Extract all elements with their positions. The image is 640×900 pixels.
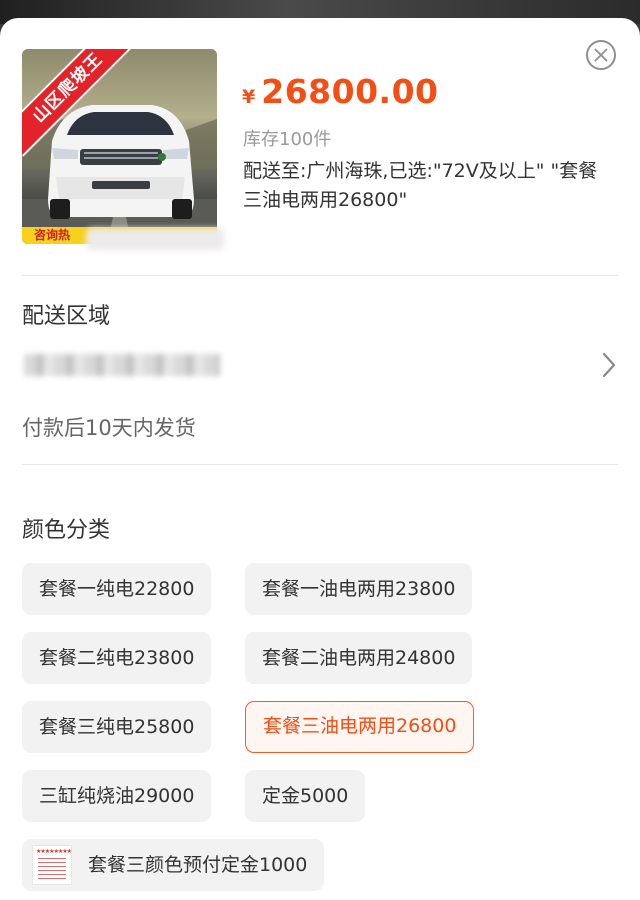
- star-rating-icon: ★★★★★★★★: [36, 848, 72, 855]
- redacted-phone: [86, 228, 224, 250]
- option-package2-electric[interactable]: 套餐二纯电23800: [22, 632, 212, 684]
- option-three-cylinder-fuel[interactable]: 三缸纯烧油29000: [22, 770, 212, 822]
- option-package3-color-deposit[interactable]: ★★★★★★★★ 套餐三颜色预付定金1000: [22, 839, 325, 891]
- divider: [22, 464, 618, 465]
- redacted-address: [24, 354, 220, 376]
- price-amount: 26800.00: [261, 72, 439, 111]
- color-section-title: 颜色分类: [22, 518, 111, 543]
- close-icon: [594, 48, 608, 62]
- chevron-right-icon: [602, 352, 616, 378]
- divider: [22, 275, 618, 276]
- car-photo: [22, 105, 217, 244]
- option-package3-hybrid-selected[interactable]: 套餐三油电两用26800: [245, 701, 475, 753]
- option-package2-hybrid[interactable]: 套餐二油电两用24800: [245, 632, 473, 684]
- option-package1-hybrid[interactable]: 套餐一油电两用23800: [245, 563, 473, 615]
- promo-text: 咨询热: [34, 228, 71, 242]
- selected-summary: 配送至:广州海珠,已选:"72V及以上" "套餐三油电两用26800": [243, 160, 598, 211]
- option-package3-electric[interactable]: 套餐三纯电25800: [22, 701, 212, 753]
- option-thumbnail: ★★★★★★★★: [32, 845, 72, 885]
- delivery-section-title: 配送区域: [22, 304, 111, 329]
- product-image: 山区爬坡王 咨询热: [22, 49, 217, 244]
- sku-selector-sheet: 山区爬坡王 咨询热 ¥26800.00 库存100件 配送至:广州海珠,已选:"…: [0, 18, 640, 900]
- option-package1-electric[interactable]: 套餐一纯电22800: [22, 563, 212, 615]
- option-deposit[interactable]: 定金5000: [245, 770, 366, 822]
- shipping-note: 付款后10天内发货: [22, 416, 196, 440]
- stock-count: 库存100件: [243, 129, 332, 150]
- close-button[interactable]: [586, 40, 616, 70]
- price: ¥26800.00: [242, 72, 439, 111]
- delivery-address-row[interactable]: [22, 348, 618, 388]
- option-label: 套餐三颜色预付定金1000: [88, 854, 308, 876]
- currency-symbol: ¥: [242, 86, 256, 108]
